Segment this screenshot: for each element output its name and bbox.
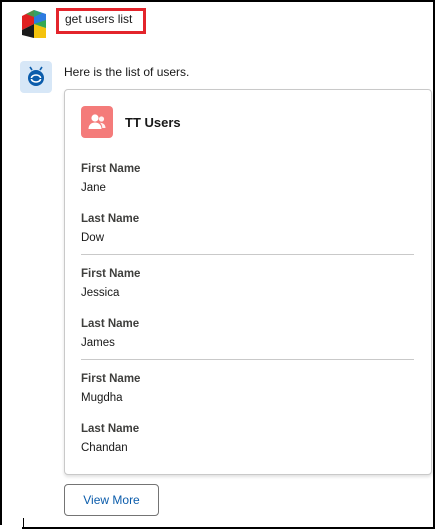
users-card: TT Users First Name Jane Last Name Dow F…: [64, 89, 432, 475]
last-name-label: Last Name: [81, 213, 140, 225]
last-name-value: Dow: [81, 232, 105, 244]
bot-avatar-robot-icon: [20, 61, 52, 93]
card-title: TT Users: [125, 115, 181, 130]
last-name-field: Last Name Dow: [81, 211, 415, 246]
first-name-value: Jane: [81, 182, 106, 194]
first-name-label: First Name: [81, 373, 141, 385]
record-divider: [81, 359, 414, 360]
frame-gap: [0, 525, 22, 529]
first-name-value: Mugdha: [81, 392, 123, 404]
user-message-text: get users list: [65, 12, 133, 26]
bot-message-text: Here is the list of users.: [64, 65, 190, 79]
first-name-field: First Name Mugdha: [81, 371, 415, 406]
users-icon: [81, 106, 113, 138]
chat-window: get users list Here is the list of users…: [0, 0, 435, 529]
user-record: First Name Mugdha Last Name Chandan: [81, 371, 415, 456]
first-name-value: Jessica: [81, 287, 120, 299]
first-name-field: First Name Jane: [81, 161, 415, 196]
first-name-field: First Name Jessica: [81, 266, 415, 301]
user-record: First Name Jane Last Name Dow: [81, 161, 415, 246]
last-name-label: Last Name: [81, 423, 140, 435]
first-name-label: First Name: [81, 268, 141, 280]
first-name-label: First Name: [81, 163, 141, 175]
user-avatar-cube-icon: [20, 8, 52, 40]
last-name-field: Last Name James: [81, 316, 415, 351]
last-name-field: Last Name Chandan: [81, 421, 415, 456]
last-name-value: James: [81, 337, 115, 349]
last-name-value: Chandan: [81, 442, 128, 454]
view-more-button[interactable]: View More: [64, 484, 159, 516]
last-name-label: Last Name: [81, 318, 140, 330]
cursor-mark: [23, 518, 24, 529]
record-divider: [81, 254, 414, 255]
user-record: First Name Jessica Last Name James: [81, 266, 415, 351]
user-message: get users list: [56, 8, 146, 34]
